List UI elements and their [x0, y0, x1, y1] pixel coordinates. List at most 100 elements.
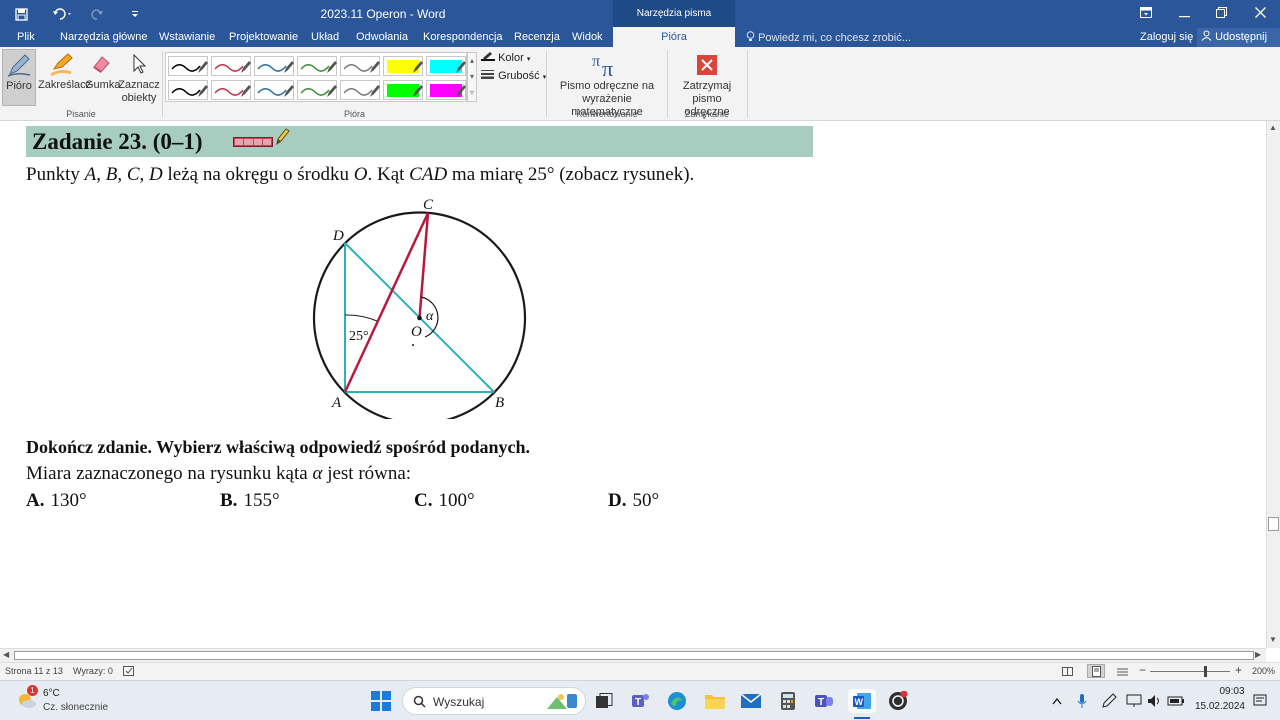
zoom-slider[interactable] [1150, 666, 1230, 677]
highlighter-tool-button[interactable]: Zakreślacz [38, 49, 91, 92]
pen-swatch[interactable] [340, 56, 380, 76]
point-a: A [84, 164, 97, 185]
tab-design[interactable]: Projektowanie [229, 31, 298, 43]
file-explorer-icon[interactable] [703, 689, 727, 713]
scroll-right-icon[interactable]: ▶ [1255, 650, 1261, 659]
pen-tip-icon [456, 85, 466, 97]
scroll-up-icon[interactable]: ▲ [1269, 123, 1277, 132]
start-icon[interactable] [369, 689, 393, 713]
chevron-up-icon[interactable] [1045, 689, 1069, 713]
pen-tip-icon [327, 85, 337, 97]
zoom-slider-thumb[interactable] [1204, 666, 1207, 677]
clock-date[interactable]: 15.02.2024 [1193, 701, 1245, 712]
label-d: D [332, 228, 344, 244]
scroll-thumb[interactable] [1268, 517, 1279, 531]
scroll-left-icon[interactable]: ◀ [3, 650, 9, 659]
zoom-in-icon[interactable]: + [1235, 663, 1242, 677]
hscroll-thumb[interactable] [14, 651, 1254, 660]
pen-swatch[interactable] [211, 80, 251, 100]
task-view-icon[interactable] [592, 689, 616, 713]
pen-thickness-label: Grubość [498, 70, 540, 82]
share-button[interactable]: Udostępnij [1197, 28, 1280, 47]
eraser-tool-button[interactable]: Gumka [85, 49, 120, 92]
group-label-pens: Pióra [343, 109, 365, 119]
clock-time[interactable]: 09:03 [1219, 686, 1245, 697]
close-icon[interactable] [1245, 4, 1275, 24]
calculator-icon[interactable] [776, 689, 800, 713]
pen-swatch[interactable] [297, 80, 337, 100]
tab-view[interactable]: Widok [572, 31, 603, 43]
select-objects-button[interactable]: Zaznacz obiekty [118, 49, 160, 105]
web-layout-icon[interactable] [1117, 666, 1128, 677]
pen-tip-icon [241, 85, 251, 97]
lightbulb-icon [746, 31, 755, 41]
answer-d: D. 50° [608, 490, 659, 512]
tab-pens[interactable]: Pióra [613, 27, 735, 47]
pen-color-button[interactable]: Kolor ▾ [481, 51, 530, 64]
read-mode-icon[interactable] [1062, 666, 1073, 677]
pen-swatch[interactable] [297, 56, 337, 76]
active-app-indicator [854, 717, 870, 719]
pen-tip-icon [370, 61, 380, 73]
pen-swatch[interactable] [340, 80, 380, 100]
angle-name: CAD [409, 164, 448, 185]
pen-swatch[interactable] [383, 56, 423, 76]
vertical-scrollbar[interactable]: ▲ ▼ [1266, 121, 1280, 648]
stray-dot [412, 344, 414, 346]
pen-swatch[interactable] [168, 80, 208, 100]
sign-in-link[interactable]: Zaloguj się [1140, 31, 1193, 43]
pen-color-label: Kolor [498, 52, 524, 64]
tab-review[interactable]: Recenzja [514, 31, 560, 43]
zoom-out-icon[interactable]: − [1139, 663, 1146, 677]
weather-desc[interactable]: Cz. słonecznie [43, 702, 108, 713]
tab-references[interactable]: Odwołania [356, 31, 408, 43]
tell-me-search[interactable]: Powiedz mi, co chcesz zrobić... [746, 31, 911, 44]
pen-input-icon[interactable] [1097, 689, 1121, 713]
ribbon: Pióro Zakreślacz Gumka Zaznacz obiekty P… [0, 47, 1280, 121]
document-canvas[interactable]: Zadanie 23. (0–1) Punkty A, B, C, D leżą… [0, 121, 1266, 648]
tab-file[interactable]: Plik [17, 31, 35, 43]
tab-insert[interactable]: Wstawianie [159, 31, 215, 43]
pen-gallery-scroll[interactable]: ▴ ▾ ▿ [467, 52, 477, 102]
print-layout-button[interactable] [1087, 664, 1105, 678]
word-count[interactable]: Wyrazy: 0 [73, 666, 113, 676]
intro-text: leżą na okręgu o środku [162, 164, 354, 185]
edge-icon[interactable] [665, 689, 689, 713]
zoom-level[interactable]: 200% [1252, 666, 1275, 676]
page-indicator[interactable]: Strona 11 z 13 [5, 666, 63, 676]
taskbar-search[interactable]: Wyszukaj [402, 687, 586, 715]
microphone-icon[interactable] [1070, 689, 1094, 713]
pen-swatch[interactable] [426, 80, 466, 100]
scroll-down-icon[interactable]: ▼ [1269, 635, 1277, 644]
tab-home[interactable]: Narzędzia główne [60, 31, 147, 43]
minimize-icon[interactable] [1169, 4, 1199, 24]
pen-swatch[interactable] [426, 56, 466, 76]
intro-sep: , [139, 164, 150, 185]
search-icon [413, 695, 426, 708]
pen-thickness-button[interactable]: Grubość ▾ [481, 69, 546, 82]
mail-icon[interactable] [739, 689, 763, 713]
teams-work-icon[interactable]: T [812, 689, 836, 713]
pen-swatch[interactable] [254, 56, 294, 76]
ribbon-display-icon[interactable] [1131, 4, 1161, 24]
horizontal-scrollbar[interactable]: ◀ ▶ [0, 648, 1266, 662]
tab-mailings[interactable]: Korespondencja [423, 31, 503, 43]
pen-swatch[interactable] [168, 56, 208, 76]
battery-icon[interactable] [1164, 689, 1188, 713]
restore-icon[interactable] [1206, 4, 1236, 24]
ribbon-separator [546, 51, 547, 117]
obs-icon[interactable] [886, 689, 910, 713]
tab-layout[interactable]: Układ [311, 31, 339, 43]
pen-tool-button[interactable]: Pióro [2, 49, 36, 106]
pen-swatch[interactable] [383, 80, 423, 100]
answer-letter: B. [220, 490, 238, 511]
notifications-icon[interactable] [1248, 689, 1272, 713]
teams-icon[interactable]: T [628, 689, 652, 713]
proofing-icon[interactable] [123, 666, 135, 677]
word-taskbar-icon[interactable]: W [848, 689, 876, 713]
weather-temp[interactable]: 6°C [43, 688, 60, 699]
weather-widget-icon[interactable]: 1 [16, 685, 38, 711]
pen-swatch[interactable] [254, 80, 294, 100]
pen-swatch[interactable] [211, 56, 251, 76]
pen-gallery [165, 52, 467, 102]
